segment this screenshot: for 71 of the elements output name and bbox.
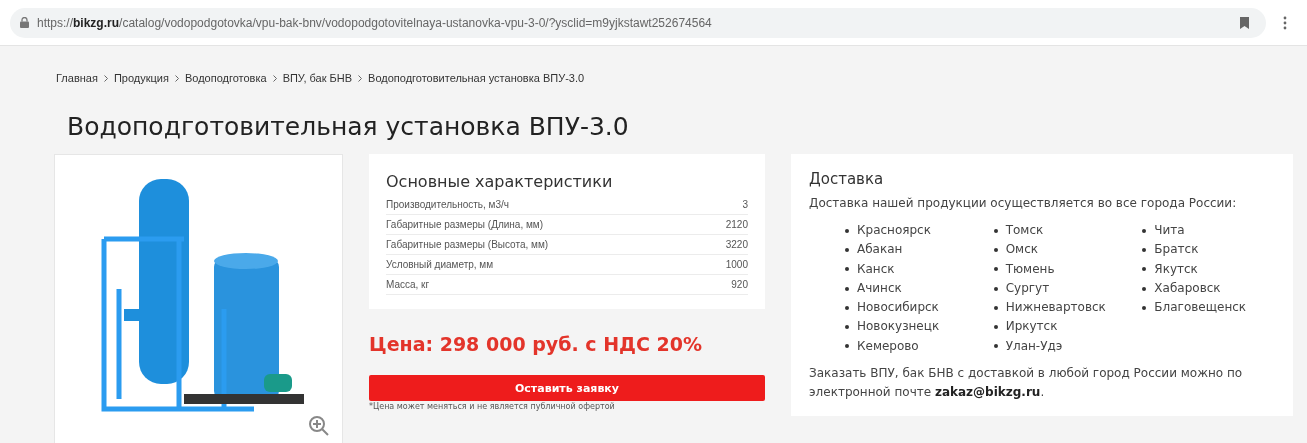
zoom-in-icon[interactable] <box>308 415 330 437</box>
city-item: Хабаровск <box>1142 278 1275 299</box>
chevron-right-icon <box>103 74 108 82</box>
city-item: Нижневартовск <box>993 298 1127 318</box>
city-item: Иркутск <box>993 317 1127 337</box>
chevron-right-icon <box>174 74 179 82</box>
bullet-icon <box>993 325 998 330</box>
city-item: Канск <box>845 259 978 279</box>
city-item: Красноярск <box>845 221 978 241</box>
breadcrumb-link[interactable]: Водоподготовка <box>184 72 267 84</box>
bullet-icon <box>845 305 849 310</box>
city-item: Омск <box>993 240 1127 260</box>
bullet-icon <box>993 286 998 291</box>
bullet-icon <box>993 344 998 349</box>
breadcrumb-link[interactable]: Главная <box>56 72 98 84</box>
spec-value: 920 <box>731 279 748 290</box>
bullet-icon <box>845 286 849 291</box>
address-bar[interactable]: https://bikzg.ru/catalog/vodopodgotovka/vpu-bak-bnv/vodopodgotovitelnaya-ustanovka-vpu-3-0/?ysclid=m9yjkstawt252674564 <box>10 7 1266 38</box>
bullet-icon <box>1142 286 1147 291</box>
delivery-intro: Доставка нашей продукции осуществляется во все города России: <box>809 195 1238 212</box>
city-item: Благовещенск <box>1142 298 1275 318</box>
lock-icon <box>20 17 29 28</box>
spec-label: Производительность, м3/ч <box>386 199 510 210</box>
city-item: Ачинск <box>845 278 978 299</box>
price-footnote: *Цена может меняться и не является публичной офертой <box>369 402 616 412</box>
breadcrumb-link[interactable]: Водоподготовительная установка ВПУ-3.0 <box>368 72 585 84</box>
bullet-icon <box>845 267 849 272</box>
chevron-right-icon <box>272 74 277 82</box>
city-item: Абакан <box>845 240 978 260</box>
city-item: Чита <box>1142 221 1275 241</box>
specs-title: Основные характеристики <box>386 172 614 191</box>
spec-value: 3220 <box>725 239 748 250</box>
city-item: Тюмень <box>993 259 1127 279</box>
bullet-icon <box>993 247 998 252</box>
city-item: Томск <box>993 221 1127 241</box>
chevron-right-icon <box>358 74 363 82</box>
spec-value: 2120 <box>725 219 748 230</box>
spec-label: Габаритные размеры (Длина, мм) <box>386 219 544 230</box>
bullet-icon <box>1142 247 1147 252</box>
delivery-order-text: Заказать ВПУ, бак БНВ с доставкой в любой город России можно по электронной почте zakaz@bikzg.ru. <box>809 365 1244 402</box>
city-item: Сургут <box>993 278 1127 299</box>
bullet-icon <box>993 305 998 310</box>
more-menu-icon[interactable] <box>1283 15 1287 30</box>
spec-label: Габаритные размеры (Высота, мм) <box>386 239 549 250</box>
spec-label: Условный диаметр, мм <box>386 259 494 270</box>
bookmark-icon[interactable] <box>1240 16 1249 29</box>
breadcrumb-link[interactable]: Продукция <box>113 72 169 84</box>
spec-value: 1000 <box>725 259 748 270</box>
city-item: Кемерово <box>845 336 978 357</box>
bullet-icon <box>993 228 998 233</box>
city-item: Новосибирск <box>845 298 978 318</box>
bullet-icon <box>1142 267 1147 272</box>
bullet-icon <box>845 344 849 349</box>
city-item: Братск <box>1142 240 1275 260</box>
spec-value: 3 <box>742 199 748 210</box>
bullet-icon <box>993 267 998 272</box>
spec-label: Масса, кг <box>386 279 430 290</box>
bullet-icon <box>1142 228 1147 233</box>
page-title: Водоподготовительная установка ВПУ-3.0 <box>67 111 630 143</box>
price-text: Цена: 298 000 руб. с НДС 20% <box>369 333 704 357</box>
bullet-icon <box>1142 305 1147 310</box>
city-item: Якутск <box>1142 259 1275 279</box>
bullet-icon <box>845 247 849 252</box>
bullet-icon <box>845 325 849 330</box>
city-item: Улан-Удэ <box>993 336 1127 357</box>
breadcrumb-link[interactable]: ВПУ, бак БНВ <box>282 72 353 84</box>
order-button[interactable]: Оставить заявку <box>369 375 765 401</box>
url-text: https://bikzg.ru/catalog/vodopodgotovka/vpu-bak-bnv/vodopodgotovitelnaya-ustanovka-vpu-3-0/?ysclid=m9yjkstawt252674564 <box>37 15 712 30</box>
bullet-icon <box>845 228 849 233</box>
city-item: Новокузнецк <box>845 317 978 337</box>
delivery-title: Доставка <box>809 170 885 188</box>
